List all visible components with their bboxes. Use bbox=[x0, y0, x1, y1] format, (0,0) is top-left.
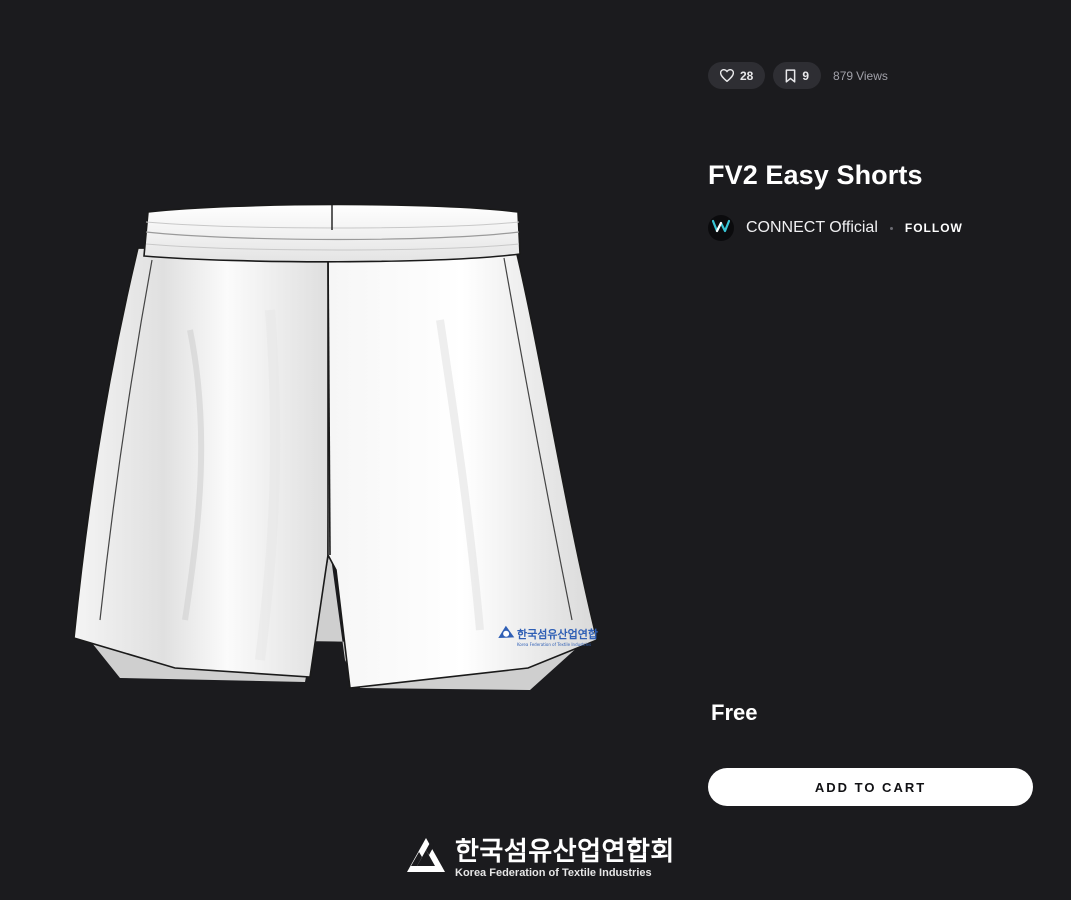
view-count: 879 Views bbox=[833, 69, 888, 83]
connect-logo-icon bbox=[711, 219, 731, 238]
product-title: FV2 Easy Shorts bbox=[708, 160, 923, 190]
print-logo-ko: 한국섬유산업연합 bbox=[517, 627, 598, 641]
print-logo-en: Korea Federation of Textile Industries bbox=[517, 642, 591, 647]
view-count-label: Views bbox=[856, 68, 888, 83]
product-image[interactable]: 한국섬유산업연합 Korea Federation of Textile Ind… bbox=[60, 190, 620, 710]
separator-dot bbox=[889, 226, 893, 230]
add-to-cart-button[interactable]: ADD TO CART bbox=[708, 768, 1033, 806]
creator-row: CONNECT Official FOLLOW bbox=[708, 214, 963, 242]
brand-name-en: Korea Federation of Textile Industries bbox=[455, 867, 652, 879]
kofoti-logo-icon bbox=[405, 836, 447, 881]
view-count-number: 879 bbox=[833, 68, 854, 83]
brand-logo: 한국섬유산업연합회 Korea Federation of Textile In… bbox=[405, 836, 675, 881]
follow-button[interactable]: FOLLOW bbox=[905, 221, 963, 235]
brand-name-ko: 한국섬유산업연합회 bbox=[455, 836, 675, 866]
like-count: 28 bbox=[740, 68, 754, 83]
product-page: 한국섬유산업연합 Korea Federation of Textile Ind… bbox=[0, 0, 1071, 900]
bookmark-icon bbox=[785, 68, 796, 83]
save-count: 9 bbox=[802, 68, 810, 83]
product-price: Free bbox=[711, 700, 758, 725]
like-button[interactable]: 28 bbox=[708, 62, 766, 89]
save-button[interactable]: 9 bbox=[773, 62, 822, 89]
creator-name[interactable]: CONNECT Official bbox=[746, 219, 878, 237]
creator-avatar[interactable] bbox=[708, 215, 734, 241]
engagement-stats: 28 9 879 Views bbox=[708, 62, 888, 89]
heart-icon bbox=[720, 69, 734, 82]
